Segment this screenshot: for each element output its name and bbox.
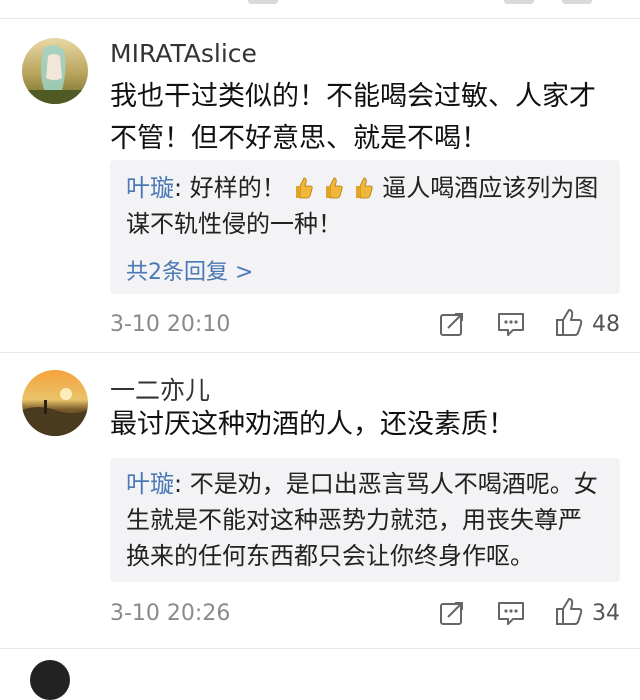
comment-time: 3-10 20:26: [110, 601, 231, 626]
thumbs-up-icon: [293, 174, 323, 202]
thumbs-up-icon: [323, 174, 353, 202]
reply-colon: :: [174, 470, 190, 498]
previous-action-fragment: [562, 0, 592, 4]
divider: [0, 18, 640, 19]
forward-icon[interactable]: [438, 310, 466, 342]
divider: [0, 648, 640, 649]
reply-content: 不是劝，是口出恶言骂人不喝酒呢。女生就是不能对这种恶势力就范，用丧失尊严换来的任…: [126, 470, 598, 570]
comment-text: 我也干过类似的！不能喝会过敏、人家才不管！但不好意思、就是不喝！: [110, 81, 596, 154]
reply-text: 叶璇: 好样的！ 逼人喝酒应该列为图谋不轨性侵的一种！: [126, 170, 604, 242]
previous-action-fragment: [504, 0, 534, 4]
like-icon[interactable]: [554, 596, 584, 630]
username[interactable]: MIRATAslice: [110, 39, 257, 68]
like-count: 34: [592, 601, 620, 626]
avatar[interactable]: [22, 38, 88, 104]
reply-author[interactable]: 叶璇: [126, 174, 174, 202]
like-icon[interactable]: [554, 307, 584, 341]
forward-icon[interactable]: [438, 599, 466, 631]
avatar-image: [22, 38, 88, 104]
divider: [0, 352, 640, 353]
reply-content: 好样的！: [189, 174, 286, 202]
previous-action-fragment: [248, 0, 278, 4]
comment-time: 3-10 20:10: [110, 312, 231, 337]
comment-text: 最讨厌这种劝酒的人，还没素质！: [110, 409, 515, 440]
more-replies-link[interactable]: 共2条回复 >: [126, 254, 253, 286]
reply-box[interactable]: 叶璇: 不是劝，是口出恶言骂人不喝酒呢。女生就是不能对这种恶势力就范，用丧失尊严…: [110, 458, 620, 582]
reply-text: 叶璇: 不是劝，是口出恶言骂人不喝酒呢。女生就是不能对这种恶势力就范，用丧失尊严…: [126, 466, 604, 574]
username[interactable]: 一二亦儿: [110, 371, 210, 407]
like-count: 48: [592, 312, 620, 337]
avatar-image: [22, 370, 88, 436]
previous-actions-row: [0, 0, 640, 16]
comment-icon[interactable]: [496, 310, 526, 342]
reply-box[interactable]: 叶璇: 好样的！ 逼人喝酒应该列为图谋不轨性侵的一种！ 共2条回复 >: [110, 160, 620, 294]
thumbs-up-icon: [353, 174, 383, 202]
reply-author[interactable]: 叶璇: [126, 470, 174, 498]
comment-icon[interactable]: [496, 599, 526, 631]
avatar[interactable]: [22, 370, 88, 436]
reply-colon: :: [174, 174, 190, 202]
next-avatar-fragment: [30, 660, 70, 700]
